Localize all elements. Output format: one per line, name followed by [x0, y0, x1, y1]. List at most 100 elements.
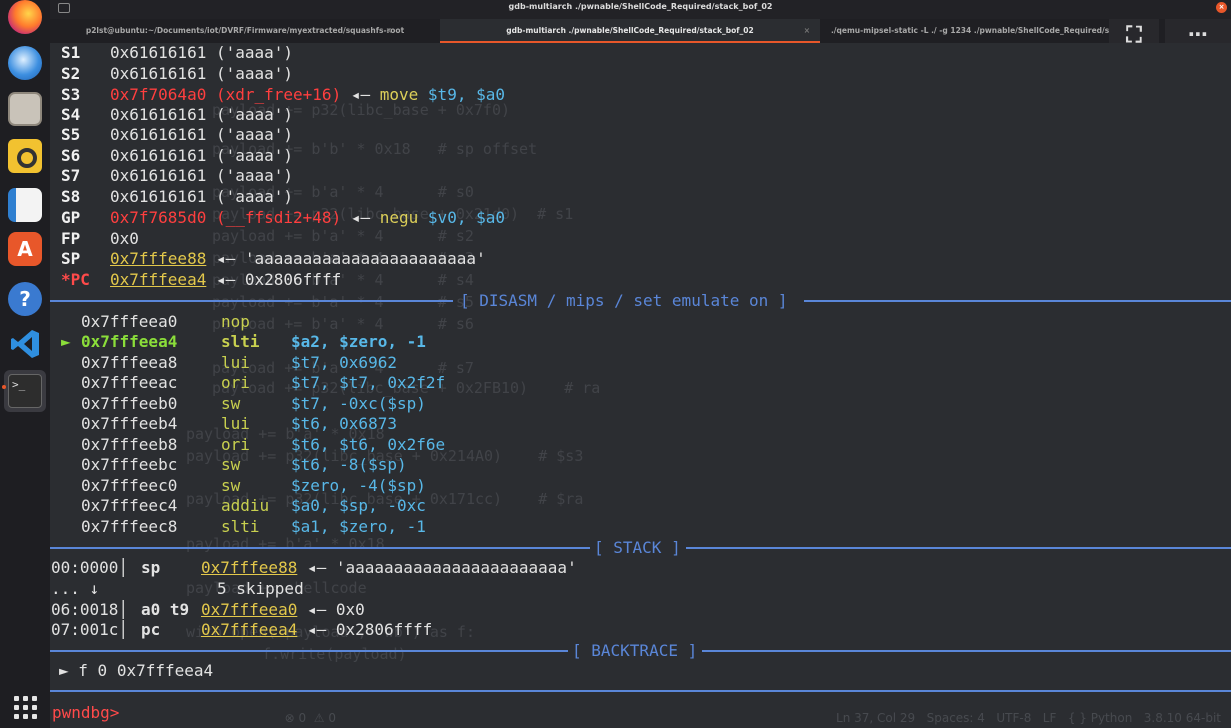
stack-value: 'aaaaaaaaaaaaaaaaaaaaaaa' — [335, 558, 577, 577]
vscode-icon[interactable] — [8, 327, 42, 361]
register-name: S2 — [61, 64, 81, 83]
register-s2: S2 0x61616161 ('aaaa') — [61, 64, 293, 84]
disasm-line: 0x7fffeec8 slti $a1, $zero, -1 — [81, 517, 426, 537]
stack-registers: pc — [141, 620, 161, 639]
register-deref-value: 0x2806ffff — [244, 270, 342, 289]
disasm-mnemonic: sw — [221, 476, 241, 495]
register-address[interactable]: 0x7fffee88 — [110, 249, 206, 268]
register-address[interactable]: 0x7fffeea4 — [110, 270, 206, 289]
ghost-problems: ⊗ 0 ⚠ 0 — [284, 711, 337, 725]
disasm-address: 0x7fffeea8 — [81, 353, 178, 372]
separator-rule — [686, 547, 1231, 549]
disasm-address: 0x7fffeeb8 — [81, 435, 178, 454]
disasm-line: 0x7fffeeb0 sw $t7, -0xc($sp) — [81, 394, 426, 414]
disasm-address: 0x7fffeec0 — [81, 476, 178, 495]
rhythmbox-icon[interactable] — [8, 139, 42, 173]
disasm-line: 0x7fffeeb4 lui $t6, 0x6873 — [81, 414, 397, 434]
terminal-output[interactable]: payload += p32(libc_base + 0x7f0) payloa… — [50, 43, 1231, 728]
show-apps-icon[interactable] — [14, 696, 38, 720]
disasm-mnemonic: sw — [221, 455, 241, 474]
close-window-icon[interactable]: × — [1216, 2, 1227, 13]
separator-rule — [702, 650, 1231, 652]
stack-separator: [ STACK ] — [50, 538, 1231, 558]
register-symbol: (__ffsdi2+48) — [215, 208, 342, 227]
tab-shell[interactable]: p2lst@ubuntu:~/Documents/iot/DVRF/Firmwa… — [50, 19, 440, 43]
disasm-operands: $t6, $t6, 0x2f6e — [291, 435, 446, 454]
stack-header: [ STACK ] — [594, 538, 681, 557]
register-symbol: (xdr_free+16) — [215, 85, 342, 104]
register-name: S5 — [61, 125, 81, 144]
register-gp: GP 0x7f7685d0 (__ffsdi2+48) ◂— negu $v0, … — [61, 208, 505, 228]
register-value: 0x61616161 ('aaaa') — [110, 64, 294, 83]
register-instruction: negu — [379, 208, 419, 227]
gdb-prompt[interactable]: pwndbg> — [52, 703, 119, 723]
disasm-mnemonic: ori — [221, 373, 250, 392]
disasm-line-current: ► 0x7fffeea4 slti $a2, $zero, -1 — [61, 332, 426, 352]
disasm-separator: [ DISASM / mips / set emulate on ] — [50, 291, 1231, 311]
register-operands: $v0, $a0 — [427, 208, 505, 227]
register-name: S1 — [61, 43, 81, 62]
register-name: S4 — [61, 105, 81, 124]
disasm-mnemonic: nop — [221, 312, 250, 331]
tab-gdb[interactable]: gdb-multiarch ./pwnable/ShellCode_Requir… — [440, 19, 820, 43]
tab-label: p2lst@ubuntu:~/Documents/iot/DVRF/Firmwa… — [85, 26, 405, 35]
tab-close-icon[interactable]: × — [386, 26, 392, 35]
disasm-operands: $t6, 0x6873 — [291, 414, 397, 433]
tab-close-icon[interactable]: × — [804, 26, 810, 35]
register-operands: $t9, $a0 — [427, 85, 505, 104]
disasm-address: 0x7fffeebc — [81, 455, 178, 474]
firefox-icon[interactable] — [8, 0, 42, 34]
register-name: S8 — [61, 187, 81, 206]
deref-arrow: ◂— — [306, 558, 327, 577]
stack-entry: 00:0000│ sp 0x7fffee88 ◂— 'aaaaaaaaaaaaaaa… — [51, 558, 577, 578]
backtrace-separator: [ BACKTRACE ] — [50, 641, 1231, 661]
register-value: 0x0 — [110, 229, 139, 248]
dock: A ? >_ — [0, 0, 50, 728]
disasm-operands: $t7, $t7, 0x2f2f — [291, 373, 446, 392]
disasm-address: 0x7fffeea4 — [81, 332, 178, 351]
deref-arrow: ◂— — [306, 620, 327, 639]
separator-rule — [50, 300, 453, 302]
help-icon[interactable]: ? — [8, 282, 42, 316]
register-instruction: move — [379, 85, 419, 104]
active-indicator — [2, 385, 6, 389]
disasm-mnemonic: slti — [221, 517, 260, 536]
stack-value: 0x2806ffff — [335, 620, 433, 639]
stack-address[interactable]: 0x7fffeea0 — [201, 600, 297, 619]
register-s6: S6 0x61616161 ('aaaa') — [61, 146, 293, 166]
terminal-icon[interactable]: >_ — [8, 374, 42, 408]
backtrace-frame: ► f 0 0x7fffeea4 — [59, 661, 213, 681]
app-center-icon[interactable]: A — [8, 232, 42, 266]
stack-address[interactable]: 0x7fffeea4 — [201, 620, 297, 639]
register-address: 0x7f7064a0 — [110, 85, 207, 104]
stack-entry: ... ↓ 5 skipped — [51, 579, 304, 599]
deref-arrow: ◂— — [215, 270, 236, 289]
register-s7: S7 0x61616161 ('aaaa') — [61, 166, 293, 186]
register-name: GP — [61, 208, 81, 227]
deref-arrow: ◂— — [215, 249, 236, 268]
register-name: S3 — [61, 85, 81, 104]
stack-address[interactable]: 0x7fffee88 — [201, 558, 297, 577]
stack-entry: 06:0018│ a0 t9 0x7fffeea0 ◂— 0x0 — [51, 600, 365, 620]
disasm-address: 0x7fffeea0 — [81, 312, 178, 331]
window-titlebar: gdb-multiarch ./pwnable/ShellCode_Requir… — [50, 0, 1231, 19]
register-name: S6 — [61, 146, 81, 165]
ghost-status-bar: ⊗ 0 ⚠ 0 Ln 37, Col 29 Spaces: 4 UTF-8 LF … — [285, 711, 1221, 725]
disasm-address: 0x7fffeeb0 — [81, 394, 178, 413]
disasm-mnemonic: slti — [221, 332, 260, 351]
stack-value: 5 skipped — [217, 579, 304, 598]
thunderbird-icon[interactable] — [8, 46, 42, 80]
ghost-status: Ln 37, Col 29 Spaces: 4 UTF-8 LF { } Pyt… — [836, 711, 1221, 725]
register-name: *PC — [61, 270, 90, 289]
separator-rule — [50, 650, 568, 652]
libreoffice-writer-icon[interactable] — [8, 188, 42, 222]
tab-label: gdb-multiarch ./pwnable/ShellCode_Requir… — [506, 26, 754, 35]
terminal-dock-slot[interactable]: >_ — [4, 370, 46, 412]
disasm-mnemonic: lui — [221, 414, 250, 433]
disasm-mnemonic: ori — [221, 435, 250, 454]
files-icon[interactable] — [8, 92, 42, 126]
disasm-line: 0x7fffeeac ori $t7, $t7, 0x2f2f — [81, 373, 445, 393]
disasm-address: 0x7fffeec4 — [81, 496, 178, 515]
frame-marker: ► — [59, 661, 69, 680]
stack-offset: ... ↓ — [51, 579, 100, 598]
